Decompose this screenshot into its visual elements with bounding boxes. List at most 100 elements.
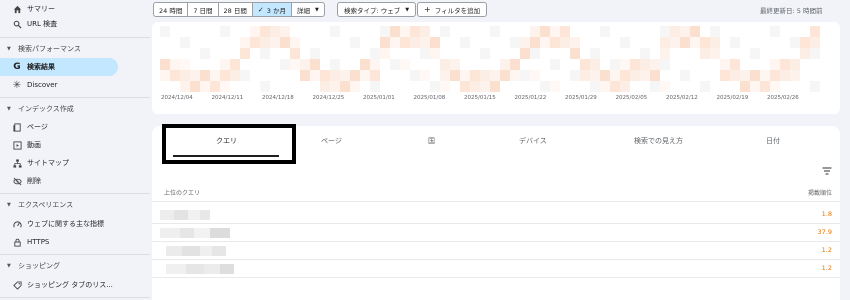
chart-redacted-block bbox=[460, 81, 470, 92]
chart-redacted-block bbox=[660, 81, 670, 92]
search-type-label: 検索タイプ: ウェブ bbox=[344, 6, 401, 15]
chart-redacted-block bbox=[650, 70, 660, 81]
chart-redacted-block bbox=[380, 37, 390, 48]
chart-redacted-block bbox=[260, 81, 270, 92]
chart-redacted-block bbox=[420, 70, 430, 81]
sitemap-icon bbox=[12, 158, 22, 168]
eye-off-icon bbox=[12, 176, 22, 186]
tab-dates[interactable]: 日付 bbox=[766, 136, 780, 146]
chart-redacted-block bbox=[580, 59, 590, 70]
chart-redacted-block bbox=[490, 70, 500, 81]
chart-redacted-block bbox=[720, 70, 730, 81]
chart-redacted-block bbox=[370, 48, 380, 59]
sidebar-item-search-results[interactable]: G 検索結果 bbox=[0, 58, 118, 76]
chart-redacted-block bbox=[220, 70, 230, 81]
add-filter-button[interactable]: + フィルタを追加 bbox=[417, 2, 488, 17]
chart-redacted-block bbox=[710, 26, 720, 37]
tab-search-appearance[interactable]: 検索での見え方 bbox=[634, 136, 683, 146]
chart-redacted-block bbox=[550, 26, 560, 37]
chart-redacted-block bbox=[670, 26, 680, 37]
query-cell-redacted bbox=[160, 210, 210, 220]
chart-redacted-block bbox=[430, 37, 440, 48]
chart-redacted-block bbox=[560, 37, 570, 48]
chart-redacted-block bbox=[240, 37, 250, 48]
chart-redacted-block bbox=[290, 37, 300, 48]
chart-redacted-block bbox=[490, 26, 500, 37]
chart-plot-area[interactable] bbox=[160, 26, 822, 92]
position-value: 37.9 bbox=[817, 228, 832, 236]
search-icon bbox=[12, 19, 22, 29]
chart-redacted-block bbox=[550, 81, 560, 92]
chart-redacted-block bbox=[760, 81, 770, 92]
caret-down-icon: ▼ bbox=[405, 6, 410, 13]
query-cell-redacted bbox=[160, 228, 230, 238]
sidebar-item-label: 削除 bbox=[27, 177, 41, 185]
chart-redacted-block bbox=[420, 26, 430, 37]
chart-redacted-block bbox=[640, 59, 650, 70]
chart-redacted-block bbox=[440, 26, 450, 37]
chart-redacted-block bbox=[480, 81, 490, 92]
chart-redacted-block bbox=[460, 70, 470, 81]
range-28d-button[interactable]: 28 日間 bbox=[219, 3, 253, 16]
chart-redacted-block bbox=[630, 59, 640, 70]
search-type-dropdown[interactable]: 検索タイプ: ウェブ ▼ bbox=[337, 2, 417, 17]
chart-redacted-block bbox=[340, 81, 350, 92]
chart-redacted-block bbox=[330, 59, 340, 70]
chart-redacted-block bbox=[310, 48, 320, 59]
chart-redacted-block bbox=[710, 48, 720, 59]
tab-countries[interactable]: 国 bbox=[428, 136, 435, 146]
section-label: エクスペリエンス bbox=[18, 201, 74, 209]
chart-redacted-block bbox=[260, 37, 270, 48]
table-row[interactable]: 1.8 bbox=[152, 206, 840, 224]
filter-rows-icon[interactable] bbox=[822, 161, 832, 175]
sidebar-item-label: サマリー bbox=[27, 5, 55, 13]
range-3m-button[interactable]: ✓ 3 か月 bbox=[252, 3, 292, 16]
range-24h-button[interactable]: 24 時間 bbox=[154, 3, 189, 16]
chart-redacted-block bbox=[300, 59, 310, 70]
table-row[interactable]: 37.9 bbox=[152, 224, 840, 242]
check-icon: ✓ bbox=[257, 5, 264, 14]
column-header-query[interactable]: 上位のクエリ bbox=[164, 188, 200, 197]
speed-icon bbox=[12, 219, 22, 229]
sidebar-item-label: 検索結果 bbox=[27, 63, 55, 71]
range-7d-button[interactable]: 7 日間 bbox=[188, 3, 219, 16]
table-header: 上位のクエリ 掲載順位 bbox=[152, 182, 840, 202]
table-row[interactable]: 1.2 bbox=[152, 260, 840, 278]
tab-pages[interactable]: ページ bbox=[321, 136, 342, 146]
chart-redacted-block bbox=[410, 70, 420, 81]
table-row[interactable]: 1.2 bbox=[152, 242, 840, 260]
position-value: 1.8 bbox=[821, 210, 832, 218]
tag-icon bbox=[12, 280, 22, 290]
chart-redacted-block bbox=[770, 81, 780, 92]
chart-redacted-block bbox=[810, 37, 820, 48]
chart-redacted-block bbox=[780, 70, 790, 81]
chart-redacted-block bbox=[420, 48, 430, 59]
chart-redacted-block bbox=[600, 26, 610, 37]
chart-redacted-block bbox=[260, 48, 270, 59]
chart-redacted-block bbox=[730, 70, 740, 81]
chart-redacted-block bbox=[310, 59, 320, 70]
asterisk-icon: ✳ bbox=[12, 79, 22, 91]
chart-redacted-block bbox=[660, 37, 670, 48]
chart-redacted-block bbox=[590, 48, 600, 59]
chart-x-tick-label: 2025/02/19 bbox=[716, 95, 749, 101]
tab-devices[interactable]: デバイス bbox=[519, 136, 547, 146]
chart-redacted-block bbox=[670, 37, 680, 48]
chart-redacted-block bbox=[500, 59, 510, 70]
chart-redacted-block bbox=[350, 81, 360, 92]
range-3m-label: 3 か月 bbox=[266, 6, 286, 15]
sidebar: サマリー URL 検査 ▼ 検索パフォーマンス G 検索結果 ✳ Discove… bbox=[0, 0, 150, 300]
chart-redacted-block bbox=[410, 37, 420, 48]
column-header-position[interactable]: 掲載順位 bbox=[808, 188, 832, 197]
chart-redacted-block bbox=[680, 37, 690, 48]
range-custom-button[interactable]: 詳細 ▼ bbox=[292, 3, 324, 16]
last-updated-text: 最終更新日: 5 時間前 bbox=[760, 7, 823, 15]
chart-redacted-block bbox=[190, 81, 200, 92]
chart-redacted-block bbox=[620, 81, 630, 92]
chart-redacted-block bbox=[250, 37, 260, 48]
sidebar-item-label: 動画 bbox=[27, 141, 41, 149]
caret-down-icon: ▼ bbox=[7, 263, 11, 269]
highlight-box bbox=[162, 124, 296, 164]
chart-redacted-block bbox=[650, 81, 660, 92]
chart-redacted-block bbox=[440, 59, 450, 70]
